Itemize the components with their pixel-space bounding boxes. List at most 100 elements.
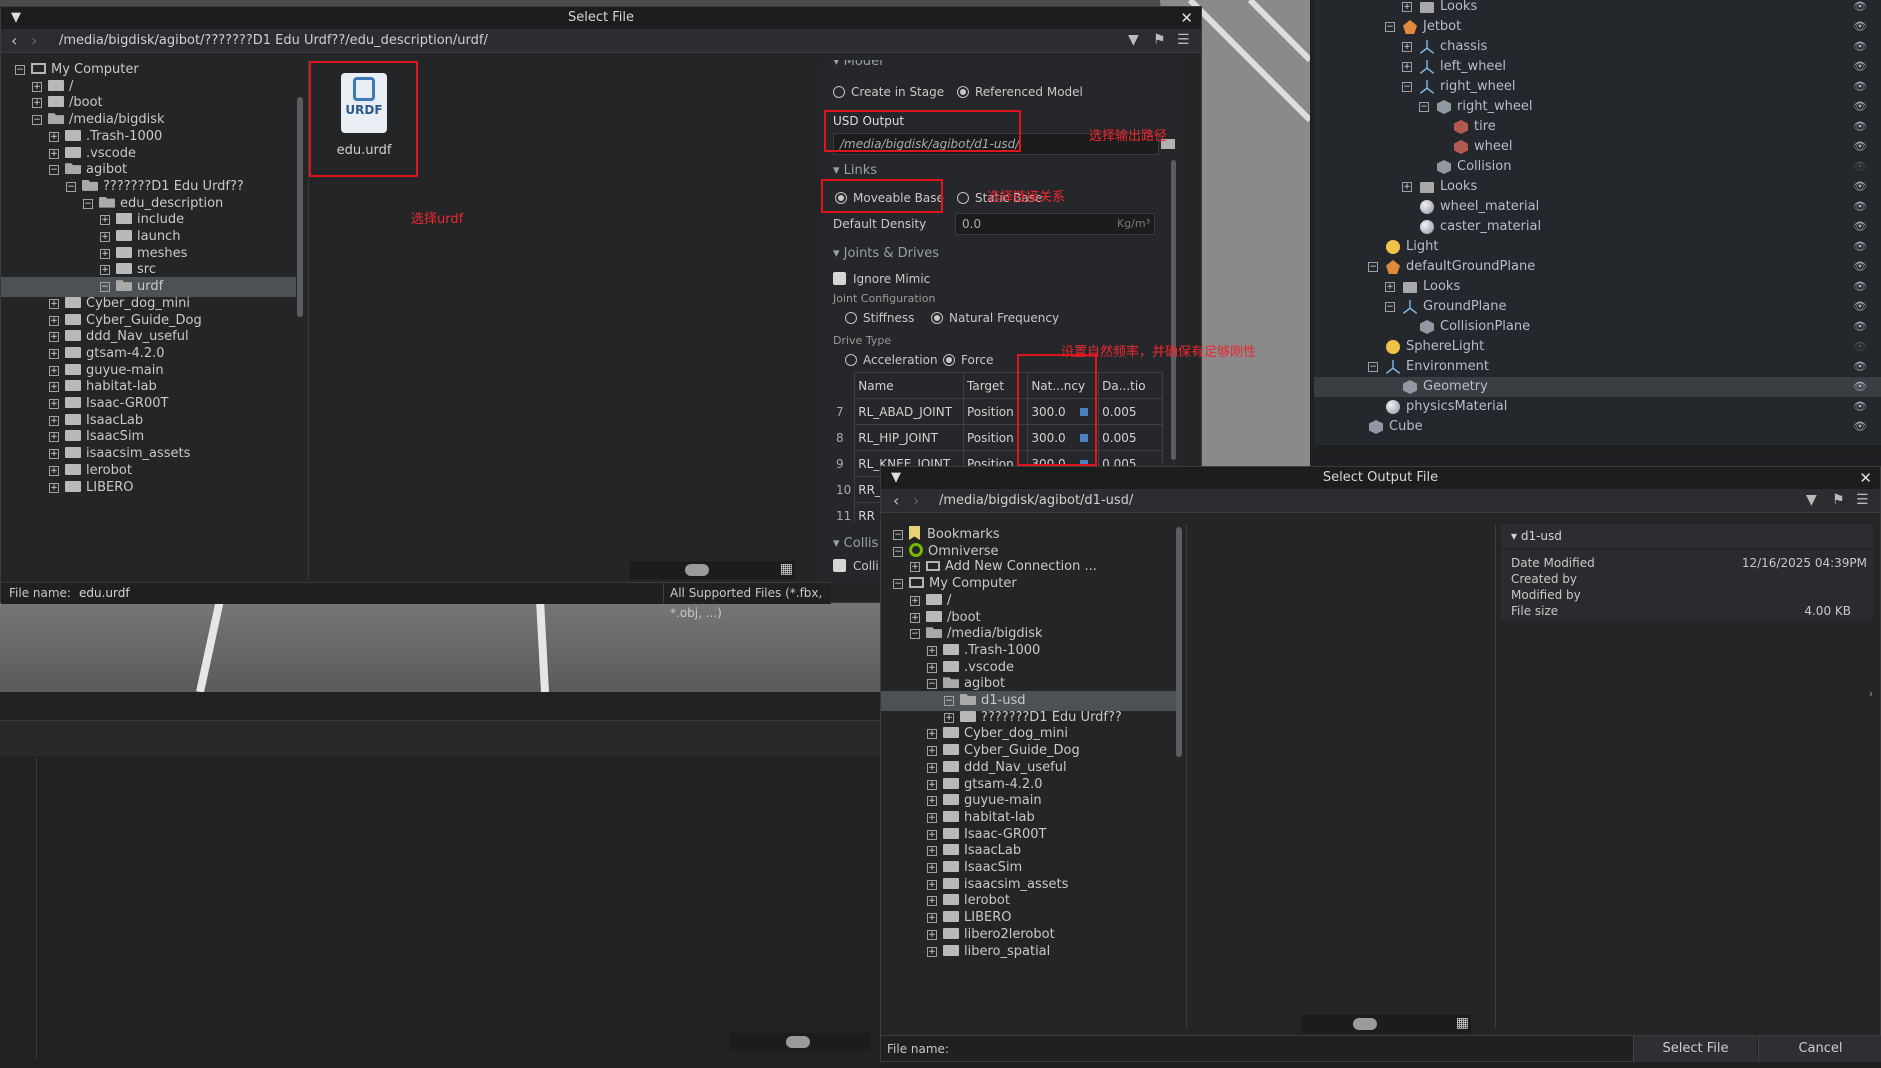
dialog-menu-icon[interactable]: ▼ [11,7,21,29]
output-tree-scrollbar[interactable] [1176,527,1182,757]
output-file-name-input[interactable] [951,1039,1651,1059]
output-dropdown-icon[interactable]: ▼ [1806,492,1817,508]
acceleration-option[interactable]: Acceleration [845,352,938,367]
expand-icon[interactable]: + [927,779,937,790]
visibility-eye-icon[interactable]: 👁 [1853,241,1867,253]
stage-item-wheel[interactable]: wheel 👁 [1314,137,1881,157]
expand-icon[interactable]: + [927,879,937,890]
collapse-icon[interactable]: − [1402,82,1412,92]
options-scrollbar[interactable] [1171,160,1176,460]
radio-stiffness[interactable] [845,312,857,324]
expand-icon[interactable]: + [1402,62,1412,72]
expand-icon[interactable]: + [927,729,937,740]
expand-icon[interactable]: + [49,382,59,393]
details-resize-icon[interactable]: › [1869,689,1873,700]
output-path-field[interactable]: /media/bigdisk/agibot/d1-usd/ [939,493,1133,508]
collapse-icon[interactable]: − [927,679,937,690]
natural-frequency-option[interactable]: Natural Frequency [931,310,1059,325]
referenced-model-option[interactable]: Referenced Model [957,84,1083,99]
stiffness-option[interactable]: Stiffness [845,310,914,325]
collapse-icon[interactable]: − [32,115,42,126]
expand-icon[interactable]: + [927,645,937,656]
expand-icon[interactable]: + [927,946,937,957]
expand-icon[interactable]: + [100,232,110,242]
expand-icon[interactable]: + [1402,182,1412,192]
visibility-eye-icon[interactable]: 👁 [1853,141,1867,153]
expand-icon[interactable]: + [49,399,59,409]
table-row[interactable]: 7 RL_ABAD_JOINT Position 300.0 0.005 [833,398,1163,425]
tree-scrollbar[interactable] [297,97,303,317]
visibility-eye-icon[interactable]: 👁 [1853,261,1867,273]
expand-icon[interactable]: + [910,562,920,573]
stage-item-defaultgroundplane[interactable]: − defaultGroundPlane 👁 [1314,257,1881,277]
visibility-eye-icon[interactable]: 👁 [1853,321,1867,333]
cancel-button[interactable]: Cancel [1758,1036,1881,1062]
menu-icon[interactable]: ☰ [1177,32,1190,48]
collapse-icon[interactable]: − [100,282,110,293]
visibility-eye-icon[interactable]: 👁 [1853,81,1867,93]
expand-icon[interactable]: + [49,465,59,476]
expand-icon[interactable]: + [100,248,110,259]
expand-icon[interactable]: + [910,595,920,606]
expand-icon[interactable]: + [49,298,59,309]
visibility-eye-icon[interactable]: 👁 [1853,161,1867,173]
timeline-scrollbar[interactable] [730,1033,870,1051]
expand-icon[interactable]: + [49,148,59,159]
output-grid-scrollbar[interactable]: ▦ [1301,1015,1471,1033]
select-file-button[interactable]: Select File [1633,1036,1757,1062]
output-forward-icon[interactable]: › [913,491,919,510]
stage-item-cube[interactable]: Cube 👁 [1314,417,1881,437]
expand-icon[interactable]: + [927,662,937,673]
visibility-eye-icon[interactable]: 👁 [1853,181,1867,193]
expand-icon[interactable]: + [49,315,59,326]
expand-icon[interactable]: + [49,482,59,493]
collapse-icon[interactable]: − [893,579,903,590]
expand-icon[interactable]: + [49,332,59,343]
stage-item-right-wheel[interactable]: − right_wheel 👁 [1314,77,1881,97]
output-bookmark-icon[interactable]: ⚑ [1832,492,1845,508]
collapse-icon[interactable]: − [83,198,93,209]
expand-icon[interactable]: + [49,365,59,376]
output-grid-view-icon[interactable]: ▦ [1456,1015,1469,1031]
expand-icon[interactable]: + [927,829,937,840]
stage-item-geometry[interactable]: Geometry 👁 [1314,377,1881,397]
ignore-mimic-option[interactable]: Ignore Mimic [833,270,930,286]
visibility-eye-icon[interactable]: 👁 [1853,201,1867,213]
stage-item-wheel-material[interactable]: wheel_material 👁 [1314,197,1881,217]
stage-item-tire[interactable]: tire 👁 [1314,117,1881,137]
expand-icon[interactable]: + [49,348,59,359]
visibility-eye-icon[interactable]: 👁 [1853,401,1867,413]
output-pane-divider[interactable] [1186,524,1187,1029]
collapse-icon[interactable]: − [49,165,59,176]
force-option[interactable]: Force [943,352,993,367]
expand-icon[interactable]: + [927,863,937,873]
ignore-mimic-checkbox[interactable] [833,272,846,285]
collapse-icon[interactable]: − [66,181,76,192]
stage-item-chassis[interactable]: + chassis 👁 [1314,37,1881,57]
visibility-eye-icon[interactable]: 👁 [1853,421,1867,433]
expand-icon[interactable]: + [32,98,42,109]
stage-item-looks[interactable]: + Looks 👁 [1314,177,1881,197]
collision-checkbox[interactable] [833,559,846,572]
expand-icon[interactable]: + [927,796,937,807]
grid-scrollbar[interactable]: ▦ [630,561,795,579]
expand-icon[interactable]: + [32,81,42,92]
visibility-eye-icon[interactable]: 👁 [1853,381,1867,393]
stage-item-light[interactable]: Light 👁 [1314,237,1881,257]
expand-icon[interactable]: + [1402,2,1412,12]
visibility-eye-icon[interactable]: 👁 [1853,41,1867,53]
visibility-eye-icon[interactable]: 👁 [1853,341,1867,353]
stage-item-right-wheel[interactable]: − right_wheel 👁 [1314,97,1881,117]
name-header[interactable]: Name [854,372,964,399]
stage-item-jetbot[interactable]: − Jetbot 👁 [1314,17,1881,37]
visibility-eye-icon[interactable]: 👁 [1853,121,1867,133]
output-dialog-menu-icon[interactable]: ▼ [891,467,901,489]
timeline-scroll-thumb[interactable] [786,1036,810,1048]
output-grid-scroll-thumb[interactable] [1353,1018,1377,1030]
grid-scroll-thumb[interactable] [685,564,709,576]
radio-static-base[interactable] [957,192,969,204]
expand-icon[interactable]: + [100,265,110,276]
damping-header[interactable]: Da...tio [1098,372,1163,399]
grid-view-icon[interactable]: ▦ [780,561,793,577]
collapse-icon[interactable]: − [1368,362,1378,372]
